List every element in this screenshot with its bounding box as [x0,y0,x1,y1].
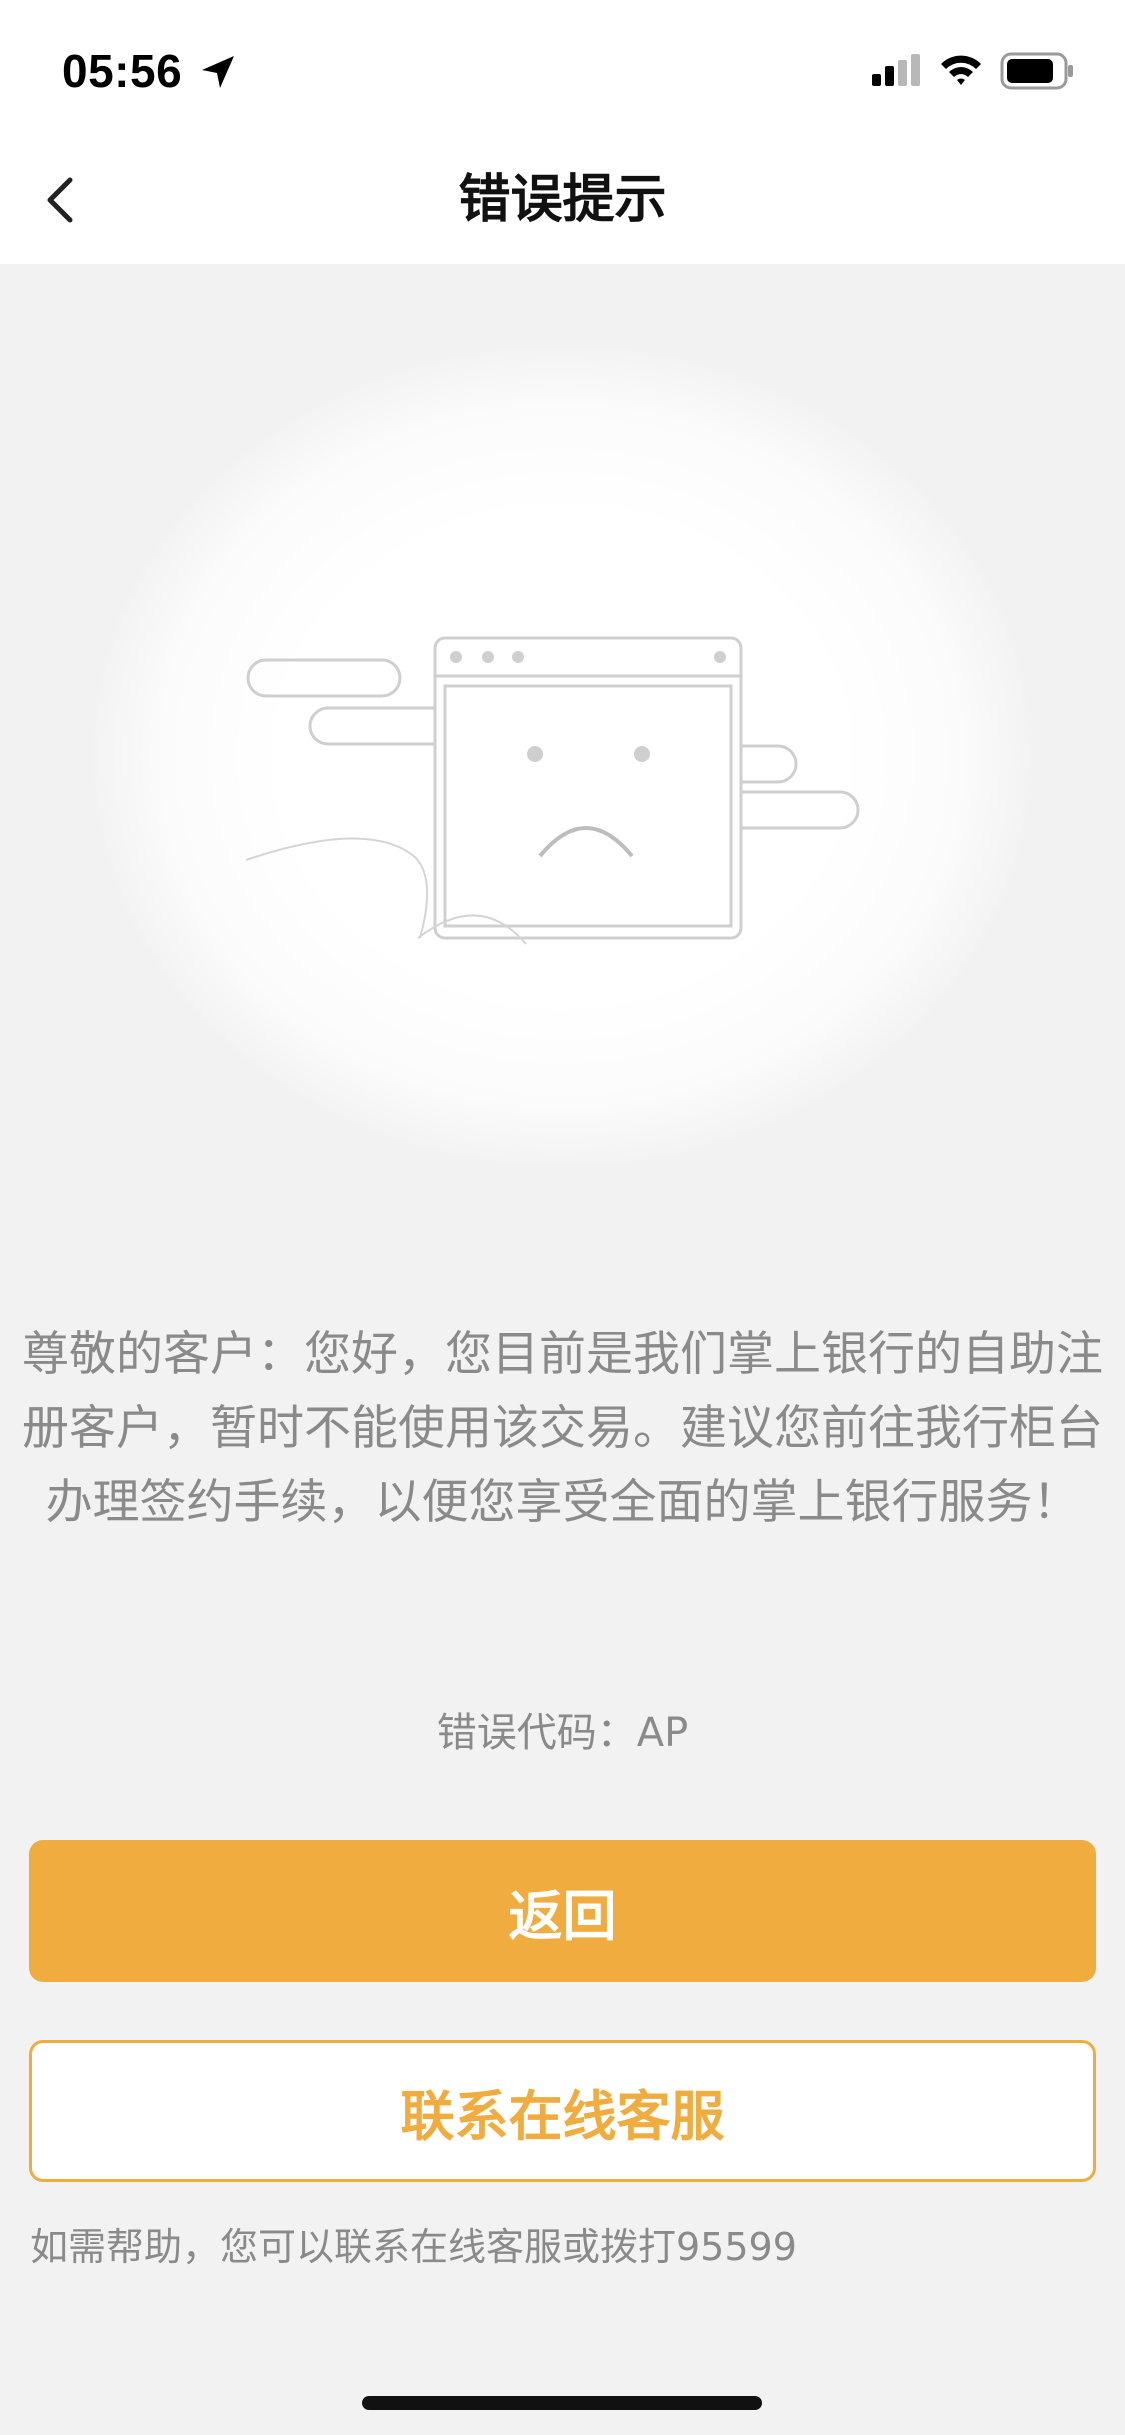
top-bar: 05:56 错误提示 [0,0,1125,264]
contact-online-service-button[interactable]: 联系在线客服 [29,2040,1096,2182]
help-text: 如需帮助，您可以联系在线客服或拨打95599 [30,2225,797,2269]
page-title: 错误提示 [458,170,667,230]
location-arrow-icon [202,56,234,88]
cellular-signal-icon [872,54,920,86]
error-code: 错误代码：AP [436,1710,689,1756]
home-indicator [362,2396,762,2410]
error-message: 尊敬的客户：您好，您目前是我们掌上银行的自助注册客户，暂时不能使用该交易。建议您… [22,1327,1103,1530]
sad-browser-window-icon [245,636,860,945]
return-button[interactable]: 返回 [29,1840,1096,1982]
wifi-icon [941,55,981,85]
status-time: 05:56 [62,45,183,97]
error-page: 05:56 错误提示 尊敬的客户：您好，您目前是我们掌上银行的自助注册客户，暂时… [0,0,1125,2435]
battery-icon [1000,52,1073,90]
